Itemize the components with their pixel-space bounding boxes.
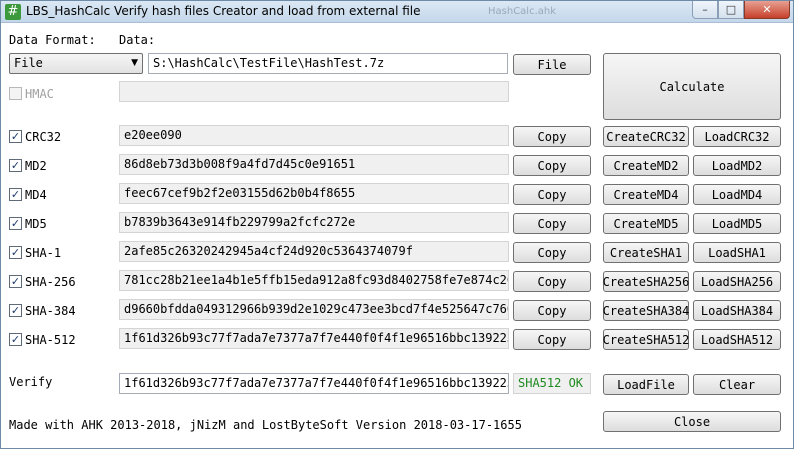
background-window-text: HashCalc.ahk [488,6,557,17]
sha1-output[interactable]: 2afe85c26320242945a4cf24d920c5364374079f [119,241,509,262]
sha512-checkbox[interactable]: ✓ [9,333,22,346]
close-button[interactable]: Close [603,411,781,432]
sha1-label: SHA-1 [25,246,62,260]
md4-output[interactable]: feec67cef9b2f2e03155d62b0b4f8655 [119,183,509,204]
check-icon: ✓ [10,304,21,317]
sha384-load-button[interactable]: LoadSHA384 [693,300,781,321]
hmac-checkbox[interactable] [9,87,22,100]
crc32-label: CRC32 [25,130,62,144]
sha512-label: SHA-512 [25,333,76,347]
clear-button[interactable]: Clear [693,374,781,395]
data-label: Data: [119,33,156,47]
crc32-output[interactable]: e20ee090 [119,125,509,146]
md2-label: MD2 [25,159,47,173]
data-format-selected: File [14,56,43,70]
sha384-create-button[interactable]: CreateSHA384 [603,300,689,321]
maximize-button[interactable]: □ [718,1,744,19]
check-icon: ✓ [10,130,21,143]
sha1-checkbox[interactable]: ✓ [9,246,22,259]
md4-label: MD4 [25,188,47,202]
verify-input[interactable]: 1f61d326b93c77f7ada7e7377a7f7e440f0f4f1e… [119,373,509,394]
md5-load-button[interactable]: LoadMD5 [693,213,781,234]
check-icon: ✓ [10,188,21,201]
sha256-load-button[interactable]: LoadSHA256 [693,271,781,292]
sha512-create-button[interactable]: CreateSHA512 [603,329,689,350]
check-icon: ✓ [10,246,21,259]
main-window: # LBS_HashCalc Verify hash files Creator… [0,0,794,449]
dropdown-arrow-icon: ▼ [131,58,138,68]
minimize-button[interactable]: – [692,1,718,19]
sha384-output[interactable]: d9660bfdda049312966b939d2e1029c473ee3bcd… [119,299,509,320]
md4-create-button[interactable]: CreateMD4 [603,184,689,205]
md2-load-button[interactable]: LoadMD2 [693,155,781,176]
md5-output[interactable]: b7839b3643e914fb229799a2fcfc272e [119,212,509,233]
check-icon: ✓ [10,333,21,346]
data-format-label: Data Format: [9,33,96,47]
md2-checkbox[interactable]: ✓ [9,159,22,172]
sha384-checkbox[interactable]: ✓ [9,304,22,317]
sha1-create-button[interactable]: CreateSHA1 [603,242,689,263]
data-format-select[interactable]: File ▼ [9,53,143,74]
md5-checkbox[interactable]: ✓ [9,217,22,230]
crc32-create-button[interactable]: CreateCRC32 [603,126,689,147]
verify-status: SHA512 OK [513,373,591,394]
md4-checkbox[interactable]: ✓ [9,188,22,201]
sha256-label: SHA-256 [25,275,76,289]
md4-copy-button[interactable]: Copy [513,184,591,205]
hmac-label: HMAC [25,87,54,101]
credits-text: Made with AHK 2013-2018, jNizM and LostB… [9,418,522,432]
sha384-label: SHA-384 [25,304,76,318]
sha256-checkbox[interactable]: ✓ [9,275,22,288]
sha384-copy-button[interactable]: Copy [513,300,591,321]
data-input[interactable]: S:\HashCalc\TestFile\HashTest.7z [148,53,508,74]
calculate-button[interactable]: Calculate [603,53,781,120]
md2-copy-button[interactable]: Copy [513,155,591,176]
md2-create-button[interactable]: CreateMD2 [603,155,689,176]
sha256-output[interactable]: 781cc28b21ee1a4b1e5ffb15eda912a8fc93d840… [119,270,509,291]
sha1-load-button[interactable]: LoadSHA1 [693,242,781,263]
sha1-copy-button[interactable]: Copy [513,242,591,263]
md5-create-button[interactable]: CreateMD5 [603,213,689,234]
md5-copy-button[interactable]: Copy [513,213,591,234]
sha512-copy-button[interactable]: Copy [513,329,591,350]
crc32-checkbox[interactable]: ✓ [9,130,22,143]
crc32-load-button[interactable]: LoadCRC32 [693,126,781,147]
app-icon: # [5,4,21,20]
crc32-copy-button[interactable]: Copy [513,126,591,147]
md5-label: MD5 [25,217,47,231]
file-button[interactable]: File [513,54,591,75]
sha512-output[interactable]: 1f61d326b93c77f7ada7e7377a7f7e440f0f4f1e… [119,328,509,349]
check-icon: ✓ [10,275,21,288]
md2-output[interactable]: 86d8eb73d3b008f9a4fd7d45c0e91651 [119,154,509,175]
hmac-input[interactable] [119,81,509,102]
sha256-create-button[interactable]: CreateSHA256 [603,271,689,292]
title-bar[interactable]: # LBS_HashCalc Verify hash files Creator… [1,1,793,23]
verify-label: Verify [9,375,53,389]
sha256-copy-button[interactable]: Copy [513,271,591,292]
sha512-load-button[interactable]: LoadSHA512 [693,329,781,350]
window-title: LBS_HashCalc Verify hash files Creator a… [26,4,421,18]
load-file-button[interactable]: LoadFile [603,374,689,395]
check-icon: ✓ [10,217,21,230]
close-window-button[interactable]: ✕ [744,1,790,19]
check-icon: ✓ [10,159,21,172]
md4-load-button[interactable]: LoadMD4 [693,184,781,205]
